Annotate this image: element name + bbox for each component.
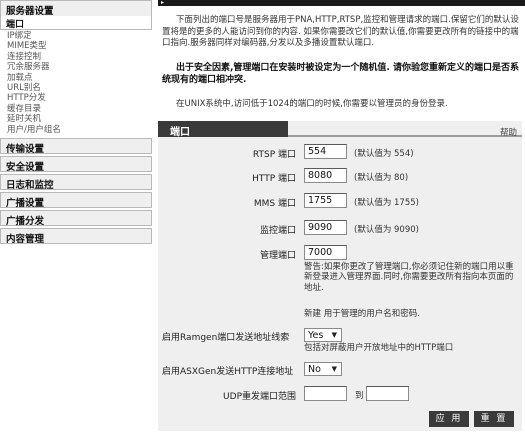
sidebar-group-label: 安全设置 bbox=[6, 161, 45, 173]
rtsp-port-default: (默认值为 554) bbox=[354, 149, 414, 159]
help-link[interactable]: 帮助 bbox=[500, 126, 517, 138]
sidebar: 服务器设置 端口 IP绑定 MIME类型 连接控制 冗余服务器 加载点 URL别… bbox=[0, 0, 152, 435]
sidebar-group-broadcast-settings[interactable]: 广播设置 bbox=[0, 191, 152, 209]
udp-range-from-input[interactable] bbox=[304, 386, 347, 401]
panel-header-rule bbox=[288, 135, 522, 137]
admin-port-label: 管理端口 bbox=[259, 251, 296, 261]
sidebar-item-label: 端口 bbox=[6, 20, 25, 30]
sidebar-group-content-management[interactable]: 内容管理 bbox=[0, 227, 152, 245]
ramgen-select-value: Yes bbox=[308, 330, 324, 341]
admin-port-input[interactable]: 7000 bbox=[304, 245, 347, 260]
rtsp-port-label: RTSP 端口 bbox=[252, 150, 296, 160]
sidebar-item-redundant-servers[interactable]: 冗余服务器 bbox=[7, 62, 152, 72]
udp-range-to-input[interactable] bbox=[366, 386, 409, 401]
sidebar-group-transport[interactable]: 传输设置 bbox=[0, 137, 152, 155]
sidebar-item-connection-control[interactable]: 连接控制 bbox=[7, 52, 152, 62]
panel-header: 端口 帮助 bbox=[158, 121, 522, 138]
http-port-default: (默认值为 80) bbox=[354, 173, 409, 183]
admin-port-warning: 警告:如果你更改了管理端口,你必须记住新的端口用以重新登录进入管理界面.同时,你… bbox=[304, 262, 514, 293]
corner-arrow-icon: ▸ bbox=[161, 0, 165, 6]
top-bar bbox=[158, 0, 525, 6]
chevron-down-icon: ▼ bbox=[331, 331, 337, 339]
sidebar-sub-list: IP绑定 MIME类型 连接控制 冗余服务器 加载点 URL别名 HTTP分发 … bbox=[0, 30, 152, 138]
monitor-port-input[interactable]: 9090 bbox=[304, 220, 347, 235]
sidebar-group-label: 日志和监控 bbox=[6, 179, 54, 191]
sidebar-group-logging[interactable]: 日志和监控 bbox=[0, 173, 152, 191]
sidebar-group-label: 广播设置 bbox=[6, 197, 45, 209]
asxgen-label: 启用ASXGen发送HTTP连接地址 bbox=[162, 367, 294, 377]
sidebar-group-label: 传输设置 bbox=[6, 143, 45, 155]
udp-range-to-label: 到 bbox=[355, 391, 364, 401]
mms-port-label: MMS 端口 bbox=[253, 199, 296, 209]
panel-title: 端口 bbox=[158, 121, 288, 138]
http-port-label: HTTP 端口 bbox=[252, 174, 296, 184]
sidebar-item-ip-binding[interactable]: IP绑定 bbox=[7, 31, 152, 41]
monitor-port-default: (默认值为 9090) bbox=[354, 225, 419, 235]
chevron-down-icon: ▼ bbox=[331, 365, 337, 373]
ramgen-select[interactable]: Yes ▼ bbox=[304, 328, 342, 342]
mms-port-input[interactable]: 1755 bbox=[304, 193, 347, 208]
udp-range-label: UDP重发端口范围 bbox=[223, 392, 296, 402]
sidebar-group-server-settings[interactable]: 服务器设置 bbox=[0, 0, 152, 17]
unix-note: 在UNIX系统中,访问低于1024的端口的时候,你需要以管理员的身份登录. bbox=[176, 99, 448, 109]
sidebar-item-ports[interactable]: 端口 bbox=[0, 16, 152, 30]
sidebar-group-security[interactable]: 安全设置 bbox=[0, 155, 152, 173]
reset-button[interactable]: 重 置 bbox=[474, 411, 514, 427]
sidebar-item-user-group-names[interactable]: 用户/用户组名 bbox=[7, 125, 152, 135]
new-admin-user-link[interactable]: 新建 用于管理的用户名和密码. bbox=[304, 309, 518, 319]
security-warning: 出于安全因素,管理端口在安装时被设定为一个随机值. 请你验您重新定义的端口是否系… bbox=[162, 63, 519, 85]
sidebar-group-broadcast-distribution[interactable]: 广播分发 bbox=[0, 209, 152, 227]
monitor-port-label: 监控端口 bbox=[259, 226, 296, 236]
asxgen-select[interactable]: No ▼ bbox=[304, 362, 342, 376]
sidebar-group-label: 内容管理 bbox=[6, 233, 45, 245]
sidebar-group-label: 服务器设置 bbox=[6, 6, 54, 17]
sidebar-item-cache-directory[interactable]: 缓存目录 bbox=[7, 104, 152, 114]
ramgen-label: 启用Ramgen端口发送地址线索 bbox=[162, 333, 290, 343]
sidebar-item-mount-points[interactable]: 加载点 bbox=[7, 73, 152, 83]
intro-text: 下面列出的端口号是服务器用于PNA,HTTP,RTSP,监控和管理请求的端口.保… bbox=[162, 15, 519, 48]
ports-panel: 端口 帮助 RTSP 端口 554 (默认值为 554) HTTP 端口 808… bbox=[158, 121, 522, 431]
sidebar-item-mime-types[interactable]: MIME类型 bbox=[7, 41, 152, 51]
asxgen-select-value: No bbox=[308, 364, 321, 375]
apply-button[interactable]: 应 用 bbox=[429, 411, 469, 427]
mms-port-default: (默认值为 1755) bbox=[354, 198, 419, 208]
sidebar-item-http-delivery[interactable]: HTTP分发 bbox=[7, 93, 152, 103]
sidebar-group-label: 广播分发 bbox=[6, 215, 45, 227]
sidebar-item-url-aliases[interactable]: URL别名 bbox=[7, 83, 152, 93]
sidebar-item-delayed-shutdown[interactable]: 延时关机 bbox=[7, 114, 152, 124]
http-port-input[interactable]: 8080 bbox=[304, 168, 347, 183]
ramgen-hint: 包括对屏蔽用户开放地址中的HTTP端口 bbox=[304, 343, 454, 353]
rtsp-port-input[interactable]: 554 bbox=[304, 144, 347, 159]
